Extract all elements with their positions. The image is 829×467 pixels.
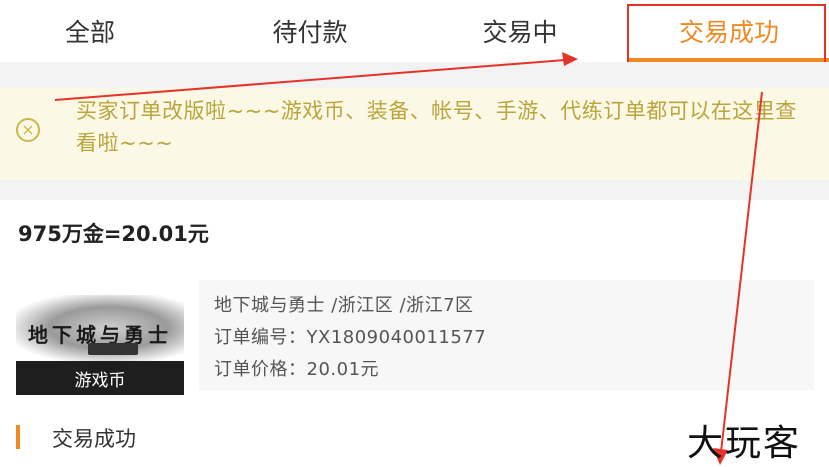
game-thumbnail[interactable]: 地下城与勇士 游戏币 (16, 295, 184, 395)
order-number-line: 订单编号：YX1809040011577 (214, 327, 487, 348)
watermark: 大玩客 (687, 423, 802, 464)
tab-all[interactable]: 全部 (0, 0, 180, 62)
order-status: 交易成功 (52, 427, 136, 451)
status-indicator-bar (16, 425, 20, 449)
thumbnail-label: 游戏币 (16, 361, 184, 395)
notice-text: 买家订单改版啦~~~游戏币、装备、帐号、手游、代练订单都可以在这里查看啦~~~ (76, 99, 797, 155)
logo-ribbon (88, 343, 138, 355)
game-server-line: 地下城与勇士 /浙江区 /浙江7区 (214, 295, 474, 316)
tab-pending-payment[interactable]: 待付款 (210, 0, 410, 62)
divider (0, 62, 829, 88)
order-title[interactable]: 975万金=20.01元 (18, 218, 209, 248)
divider (0, 180, 829, 200)
tab-in-progress[interactable]: 交易中 (420, 0, 620, 62)
close-circle-icon[interactable]: × (16, 118, 40, 142)
order-price-line: 订单价格：20.01元 (214, 359, 380, 380)
